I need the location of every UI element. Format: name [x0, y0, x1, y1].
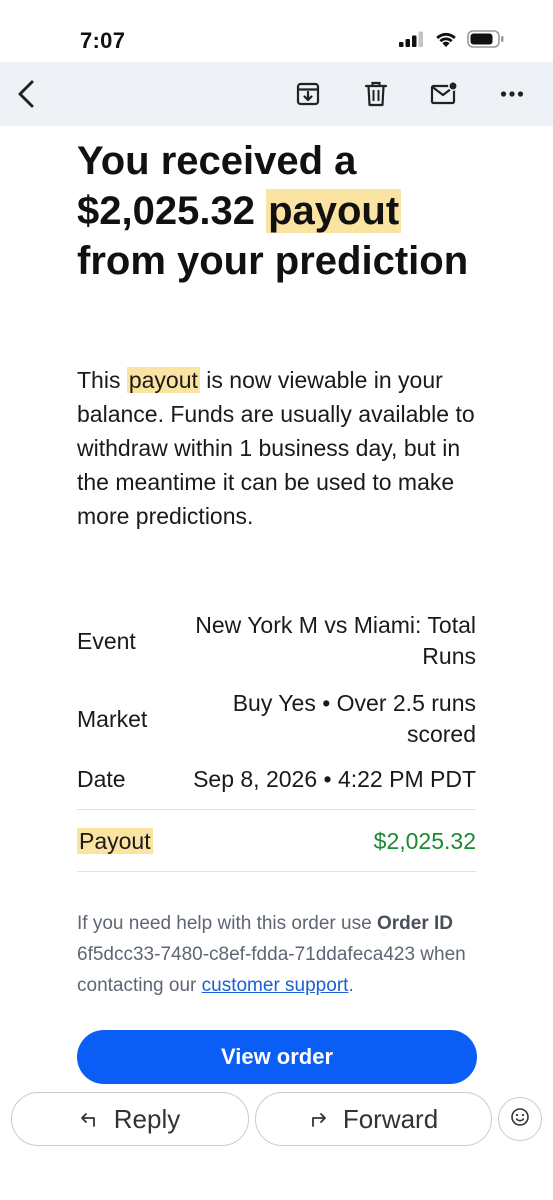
trash-icon[interactable] — [358, 76, 394, 112]
order-details-table: Event New York M vs Miami: Total Runs Ma… — [77, 610, 476, 872]
back-arrow-icon[interactable] — [8, 76, 44, 112]
archive-icon[interactable] — [290, 76, 326, 112]
email-title: You received a $2,025.32 payout from you… — [77, 139, 469, 283]
detail-row-event: Event New York M vs Miami: Total Runs — [77, 610, 476, 672]
payout-amount: $2,025.32 — [373, 827, 476, 854]
bottom-action-bar: Reply Forward — [0, 1086, 553, 1200]
detail-label: Event — [77, 627, 136, 654]
order-id: 6f5dcc33-7480-c8ef-fdda-71ddafeca423 — [77, 944, 416, 965]
mark-unread-icon[interactable] — [426, 76, 462, 112]
help-text: If you need help with this order use Ord… — [77, 913, 466, 996]
more-icon[interactable] — [494, 76, 530, 112]
reply-arrow-icon — [80, 1104, 98, 1135]
detail-row-payout: Payout $2,025.32 — [77, 825, 476, 857]
customer-support-link[interactable]: customer support — [202, 975, 349, 996]
forward-label: Forward — [342, 1103, 439, 1134]
status-icons — [399, 30, 505, 53]
detail-row-market: Market Buy Yes • Over 2.5 runs scored — [77, 688, 476, 750]
view-order-button[interactable]: View order — [77, 1030, 477, 1084]
detail-label: Date — [77, 766, 126, 792]
battery-icon — [467, 30, 505, 53]
search-highlight: payout — [126, 367, 200, 393]
detail-value: Sep 8, 2026 • 4:22 PM PDT — [193, 766, 476, 792]
detail-value: New York M vs Miami: Total Runs — [195, 612, 476, 669]
divider — [77, 871, 476, 872]
forward-button[interactable]: Forward — [255, 1092, 492, 1146]
detail-row-date: Date Sep 8, 2026 • 4:22 PM PDT — [77, 764, 476, 795]
cellular-signal-icon — [399, 31, 425, 52]
email-toolbar — [0, 62, 553, 126]
email-body: You received a $2,025.32 payout from you… — [0, 126, 553, 1086]
search-highlight: payout — [266, 189, 402, 233]
status-time: 7:07 — [80, 28, 126, 53]
reply-label: Reply — [113, 1103, 181, 1134]
search-highlight: Payout — [77, 827, 153, 854]
reply-button[interactable]: Reply — [11, 1092, 249, 1146]
divider — [77, 809, 476, 810]
detail-label: Market — [77, 705, 148, 732]
email-paragraph: This payout is now viewable in your bala… — [77, 367, 475, 529]
smiley-icon — [510, 1107, 530, 1132]
emoji-reaction-button[interactable] — [498, 1097, 542, 1141]
status-bar: 7:07 — [0, 0, 553, 62]
forward-arrow-icon — [309, 1104, 327, 1135]
detail-value: Buy Yes • Over 2.5 runs scored — [232, 690, 476, 747]
wifi-icon — [434, 30, 458, 53]
